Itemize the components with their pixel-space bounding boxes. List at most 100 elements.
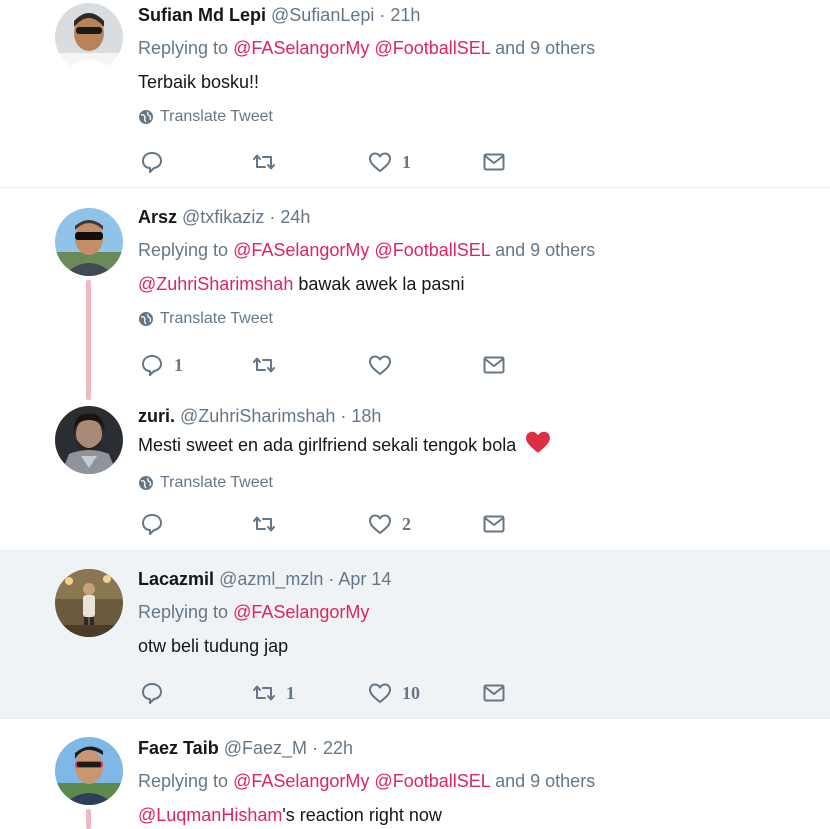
- mention-link[interactable]: @FASelangorMy: [233, 38, 369, 58]
- avatar[interactable]: [55, 737, 123, 805]
- tweet[interactable]: Lacazmil @azml_mzln · Apr 14 Replying to…: [0, 551, 830, 718]
- tweet-text: @LuqmanHisham's reaction right now: [138, 805, 442, 825]
- avatar[interactable]: [55, 569, 123, 637]
- display-name[interactable]: Arsz: [138, 207, 177, 227]
- direct-message-button[interactable]: [482, 149, 506, 175]
- retweet-icon: [253, 154, 275, 170]
- mention-link[interactable]: @ZuhriSharimshah: [138, 274, 293, 294]
- direct-message-button[interactable]: [482, 680, 506, 706]
- display-name[interactable]: Sufian Md Lepi: [138, 5, 266, 25]
- mention-link[interactable]: @FootballSEL: [374, 771, 490, 791]
- globe-icon: [138, 475, 154, 491]
- mention-link[interactable]: @FASelangorMy: [233, 771, 369, 791]
- mention-link[interactable]: @FASelangorMy: [233, 240, 369, 260]
- tweet[interactable]: Sufian Md Lepi @SufianLepi · 21h Replyin…: [0, 0, 830, 187]
- like-button[interactable]: 1: [368, 149, 411, 175]
- display-name[interactable]: Faez Taib: [138, 738, 219, 758]
- reply-button[interactable]: 1: [140, 352, 183, 378]
- separator-dot: ·: [269, 207, 276, 227]
- reply-icon: [142, 152, 162, 173]
- like-icon: [369, 152, 391, 172]
- retweet-button[interactable]: [252, 352, 286, 378]
- direct-message-button[interactable]: [482, 352, 506, 378]
- retweet-icon: [253, 516, 275, 532]
- globe-icon: [138, 109, 154, 125]
- tweet-header: Sufian Md Lepi @SufianLepi · 21h: [138, 3, 820, 27]
- separator-dot: ·: [328, 569, 335, 589]
- timestamp[interactable]: 21h: [390, 5, 420, 25]
- direct-message-icon: [483, 153, 505, 171]
- mention-link[interactable]: @FootballSEL: [374, 38, 490, 58]
- red-heart-emoji: [525, 430, 551, 460]
- avatar[interactable]: [55, 3, 123, 71]
- reply-button[interactable]: [140, 149, 174, 175]
- mention-link[interactable]: @LuqmanHisham: [138, 805, 282, 825]
- tweet-actions: 1 10: [140, 680, 540, 706]
- tweet-actions: 1: [140, 352, 540, 378]
- tweet[interactable]: Faez Taib @Faez_M · 22h Replying to @FAS…: [0, 719, 830, 829]
- username[interactable]: @txfikaziz: [182, 207, 264, 227]
- thread-line: [86, 809, 91, 829]
- translate-tweet-link[interactable]: Translate Tweet: [138, 107, 820, 127]
- globe-icon: [138, 311, 154, 327]
- avatar[interactable]: [55, 406, 123, 474]
- direct-message-button[interactable]: [482, 511, 506, 537]
- replying-to: Replying to @FASelangorMy @FootballSEL a…: [138, 240, 596, 260]
- tweet[interactable]: Arsz @txfikaziz · 24h Replying to @FASel…: [0, 188, 830, 400]
- like-button[interactable]: [368, 352, 402, 378]
- others-link[interactable]: and 9 others: [495, 771, 595, 791]
- username[interactable]: @Faez_M: [224, 738, 307, 758]
- tweet-header: Faez Taib @Faez_M · 22h: [138, 736, 820, 760]
- timestamp[interactable]: 24h: [280, 207, 310, 227]
- tweet[interactable]: zuri. @ZuhriSharimshah · 18h Mesti sweet…: [0, 393, 830, 550]
- timestamp[interactable]: 22h: [323, 738, 353, 758]
- retweet-button[interactable]: 1: [252, 680, 295, 706]
- reply-icon: [142, 683, 162, 704]
- username[interactable]: @ZuhriSharimshah: [180, 406, 335, 426]
- translate-tweet-link[interactable]: Translate Tweet: [138, 473, 820, 493]
- thread-line: [86, 280, 91, 400]
- separator-dot: ·: [379, 5, 386, 25]
- timestamp[interactable]: Apr 14: [338, 569, 391, 589]
- tweet-actions: 1: [140, 149, 540, 175]
- like-icon: [369, 514, 391, 534]
- timestamp[interactable]: 18h: [351, 406, 381, 426]
- others-link[interactable]: and 9 others: [495, 240, 595, 260]
- replying-to: Replying to @FASelangorMy @FootballSEL a…: [138, 771, 596, 791]
- reply-button[interactable]: [140, 511, 174, 537]
- mention-link[interactable]: @FASelangorMy: [233, 602, 369, 622]
- translate-tweet-link[interactable]: Translate Tweet: [138, 309, 820, 329]
- replying-to: Replying to @FASelangorMy: [138, 602, 370, 622]
- mention-link[interactable]: @FootballSEL: [374, 240, 490, 260]
- reply-button[interactable]: [140, 680, 174, 706]
- replying-to: Replying to @FASelangorMy @FootballSEL a…: [138, 38, 596, 58]
- reply-icon: [142, 355, 162, 376]
- tweet-header: Lacazmil @azml_mzln · Apr 14: [138, 567, 820, 591]
- separator-dot: ·: [340, 406, 347, 426]
- retweet-count: 1: [286, 682, 295, 703]
- like-count: 10: [402, 682, 420, 703]
- username[interactable]: @SufianLepi: [271, 5, 374, 25]
- retweet-button[interactable]: [252, 149, 286, 175]
- tweet-header: Arsz @txfikaziz · 24h: [138, 205, 820, 229]
- tweet-text: @ZuhriSharimshah bawak awek la pasni: [138, 274, 465, 294]
- others-link[interactable]: and 9 others: [495, 38, 595, 58]
- display-name[interactable]: Lacazmil: [138, 569, 214, 589]
- avatar[interactable]: [55, 208, 123, 276]
- reply-icon: [142, 514, 162, 535]
- separator-dot: ·: [312, 738, 319, 758]
- like-count: 1: [402, 151, 411, 172]
- like-icon: [369, 355, 391, 375]
- like-button[interactable]: 10: [368, 680, 420, 706]
- direct-message-icon: [483, 684, 505, 702]
- username[interactable]: @azml_mzln: [219, 569, 323, 589]
- like-count: 2: [402, 513, 411, 534]
- tweet-text: Terbaik bosku!!: [138, 72, 260, 92]
- like-button[interactable]: 2: [368, 511, 411, 537]
- display-name[interactable]: zuri.: [138, 406, 175, 426]
- retweet-icon: [253, 357, 275, 373]
- tweet-text: otw beli tudung jap: [138, 636, 289, 656]
- tweet-text: Mesti sweet en ada girlfriend sekali ten…: [138, 430, 820, 460]
- retweet-button[interactable]: [252, 511, 286, 537]
- direct-message-icon: [483, 515, 505, 533]
